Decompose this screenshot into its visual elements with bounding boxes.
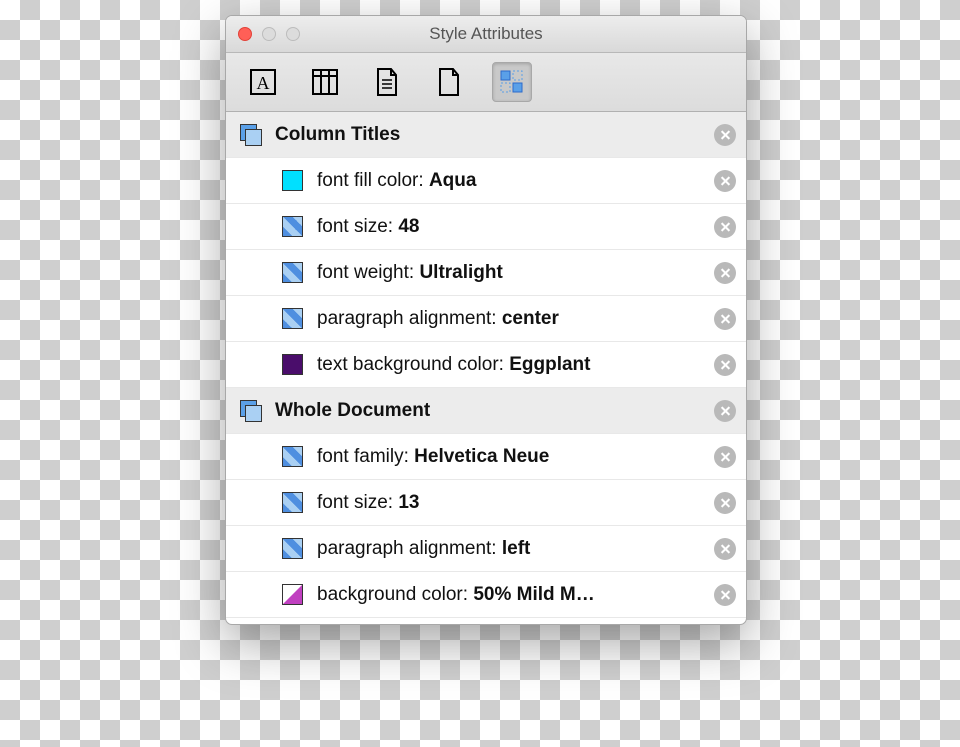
attribute-text: paragraph alignment: center [317, 308, 714, 330]
attribute-row[interactable]: text background color: Eggplant [226, 342, 746, 388]
color-swatch-icon [282, 170, 303, 191]
color-swatch-icon [282, 308, 303, 329]
delete-attribute-button[interactable] [714, 216, 736, 238]
style-group-icon [240, 400, 261, 421]
color-swatch-icon [282, 216, 303, 237]
color-swatch-icon [282, 446, 303, 467]
color-swatch-icon [282, 492, 303, 513]
close-window-button[interactable] [238, 27, 252, 41]
style-attributes-list: Column Titles font fill color: Aqua font… [226, 112, 746, 624]
attribute-row[interactable]: font fill color: Aqua [226, 158, 746, 204]
columns-inspector-tab[interactable] [306, 63, 344, 101]
attribute-row[interactable]: font size: 48 [226, 204, 746, 250]
style-section-title: Column Titles [275, 124, 714, 146]
style-section-header[interactable]: Whole Document [226, 388, 746, 434]
delete-section-button[interactable] [714, 400, 736, 422]
attribute-row[interactable]: paragraph alignment: center [226, 296, 746, 342]
attribute-row[interactable]: font family: Helvetica Neue [226, 434, 746, 480]
attribute-text: background color: 50% Mild M… [317, 584, 714, 606]
delete-section-button[interactable] [714, 124, 736, 146]
attribute-text: font fill color: Aqua [317, 170, 714, 192]
attribute-text: font weight: Ultralight [317, 262, 714, 284]
color-swatch-icon [282, 262, 303, 283]
zoom-window-button[interactable] [286, 27, 300, 41]
color-swatch-icon [282, 584, 303, 605]
delete-attribute-button[interactable] [714, 262, 736, 284]
delete-attribute-button[interactable] [714, 446, 736, 468]
delete-attribute-button[interactable] [714, 170, 736, 192]
attribute-row[interactable]: background color: 50% Mild M… [226, 572, 746, 618]
svg-text:A: A [257, 73, 270, 93]
document-blank-inspector-tab[interactable] [430, 63, 468, 101]
delete-attribute-button[interactable] [714, 584, 736, 606]
attribute-row[interactable]: font weight: Ultralight [226, 250, 746, 296]
styles-inspector-tab[interactable] [492, 62, 532, 102]
document-text-inspector-tab[interactable] [368, 63, 406, 101]
attribute-text: paragraph alignment: left [317, 538, 714, 560]
inspector-toolbar: A [226, 53, 746, 112]
window-title: Style Attributes [226, 24, 746, 44]
delete-attribute-button[interactable] [714, 492, 736, 514]
color-swatch-icon [282, 354, 303, 375]
text-inspector-tab[interactable]: A [244, 63, 282, 101]
attribute-text: font size: 48 [317, 216, 714, 238]
window-titlebar: Style Attributes [226, 16, 746, 53]
style-section-title: Whole Document [275, 400, 714, 422]
style-section-header[interactable]: Column Titles [226, 112, 746, 158]
attribute-row[interactable]: font size: 13 [226, 480, 746, 526]
attribute-text: font size: 13 [317, 492, 714, 514]
attribute-text: font family: Helvetica Neue [317, 446, 714, 468]
style-attributes-window: Style Attributes A Column Titles [225, 15, 747, 625]
delete-attribute-button[interactable] [714, 538, 736, 560]
delete-attribute-button[interactable] [714, 308, 736, 330]
minimize-window-button[interactable] [262, 27, 276, 41]
delete-attribute-button[interactable] [714, 354, 736, 376]
attribute-row[interactable]: paragraph alignment: left [226, 526, 746, 572]
attribute-text: text background color: Eggplant [317, 354, 714, 376]
style-group-icon [240, 124, 261, 145]
color-swatch-icon [282, 538, 303, 559]
window-controls [238, 27, 300, 41]
